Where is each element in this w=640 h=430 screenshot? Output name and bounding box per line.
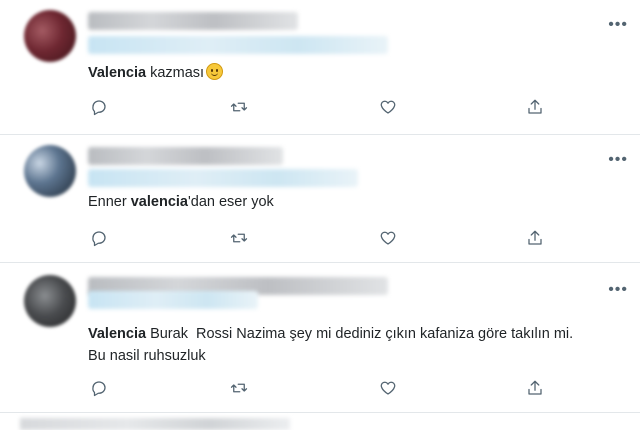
tweet-actions <box>88 96 558 118</box>
more-icon[interactable]: ••• <box>608 17 628 33</box>
retweet-icon[interactable] <box>228 227 250 249</box>
like-icon[interactable] <box>377 227 399 249</box>
grinning-face-emoji <box>206 63 224 80</box>
reply-icon[interactable] <box>88 227 110 249</box>
like-icon[interactable] <box>377 96 399 118</box>
blurred-handle[interactable] <box>88 169 358 187</box>
tweet-actions <box>88 377 558 399</box>
avatar[interactable] <box>24 10 76 62</box>
blurred-username[interactable] <box>88 12 298 30</box>
share-icon[interactable] <box>524 227 546 249</box>
more-icon[interactable]: ••• <box>608 152 628 168</box>
tweet-text: Enner valencia'dan eser yok <box>88 194 274 210</box>
blurred-username[interactable] <box>88 147 283 165</box>
tweet-actions <box>88 227 558 249</box>
divider <box>0 412 640 413</box>
tweet-3[interactable]: ••• Valencia Burak Rossi Nazima şey mi d… <box>0 263 640 413</box>
reply-icon[interactable] <box>88 377 110 399</box>
blurred-next-tweet <box>20 418 290 430</box>
like-icon[interactable] <box>377 377 399 399</box>
tweet-text: Valencia kazması <box>88 62 224 84</box>
tweet-2[interactable]: ••• Enner valencia'dan eser yok <box>0 135 640 260</box>
blurred-handle[interactable] <box>88 36 388 54</box>
avatar[interactable] <box>24 275 76 327</box>
retweet-icon[interactable] <box>228 377 250 399</box>
reply-icon[interactable] <box>88 96 110 118</box>
tweet-text-line-1: Valencia Burak Rossi Nazima şey mi dedin… <box>88 326 574 342</box>
share-icon[interactable] <box>524 96 546 118</box>
share-icon[interactable] <box>524 377 546 399</box>
blurred-handle[interactable] <box>88 291 258 309</box>
more-icon[interactable]: ••• <box>608 282 628 298</box>
tweet-text-line-2: Bu nasil ruhsuzluk <box>88 348 206 364</box>
retweet-icon[interactable] <box>228 96 250 118</box>
tweet-1[interactable]: ••• Valencia kazması <box>0 0 640 140</box>
avatar[interactable] <box>24 145 76 197</box>
